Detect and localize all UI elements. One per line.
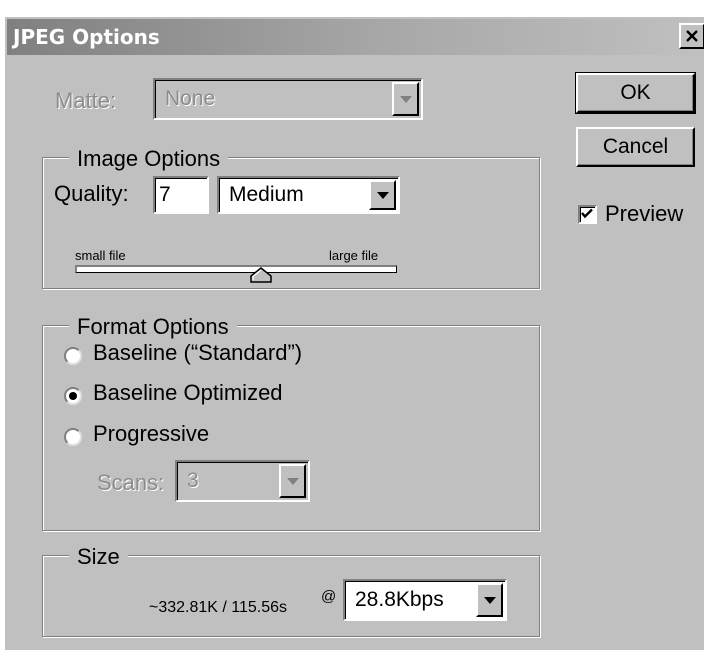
scans-dropdown-button[interactable]: [279, 464, 306, 498]
ok-button[interactable]: OK: [575, 72, 696, 114]
format-options-title: Format Options: [69, 316, 237, 338]
scans-label: Scans:: [97, 470, 165, 495]
slider-max-label: large file: [329, 248, 379, 263]
quality-slider-track[interactable]: [75, 265, 397, 273]
slider-thumb-icon[interactable]: [250, 267, 272, 283]
matte-dropdown-button[interactable]: [392, 82, 419, 116]
at-symbol: @: [321, 588, 337, 605]
format-radio[interactable]: [64, 387, 82, 405]
matte-select[interactable]: None: [153, 78, 423, 120]
matte-value: None: [165, 87, 216, 110]
scans-value: 3: [187, 469, 199, 492]
format-radio[interactable]: [64, 428, 82, 446]
chevron-down-icon: [376, 191, 389, 199]
preview-checkbox[interactable]: [578, 205, 597, 224]
cancel-button[interactable]: Cancel: [576, 127, 695, 167]
quality-preset-value: Medium: [229, 183, 304, 206]
cancel-button-label: Cancel: [602, 135, 669, 158]
connection-speed-value: 28.8Kbps: [355, 588, 444, 611]
quality-label: Quality:: [54, 181, 129, 206]
ok-button-label: OK: [620, 81, 651, 104]
close-icon: [686, 30, 698, 42]
connection-speed-select[interactable]: 28.8Kbps: [343, 579, 507, 621]
quality-input[interactable]: 7: [153, 176, 209, 214]
checkmark-icon: [581, 208, 593, 219]
format-option-label[interactable]: Progressive: [93, 423, 209, 445]
image-options-title: Image Options: [69, 148, 229, 170]
size-title: Size: [69, 546, 128, 568]
quality-preset-select[interactable]: Medium: [217, 176, 400, 214]
quality-dropdown-button[interactable]: [369, 180, 396, 210]
format-option-label[interactable]: Baseline Optimized: [93, 382, 283, 404]
size-estimate: ~332.81K / 115.56s: [149, 599, 288, 616]
matte-label: Matte:: [55, 88, 117, 113]
title-bar[interactable]: JPEG Options: [7, 19, 704, 55]
chevron-down-icon: [399, 95, 412, 103]
format-option-label[interactable]: Baseline (“Standard”): [93, 342, 302, 364]
slider-min-label: small file: [75, 248, 126, 263]
format-radio[interactable]: [64, 347, 82, 365]
scans-select[interactable]: 3: [175, 460, 310, 502]
radio-selected-dot: [69, 392, 77, 400]
chevron-down-icon: [286, 477, 299, 485]
dialog-title: JPEG Options: [13, 25, 160, 49]
jpeg-options-dialog: JPEG Options Matte: None OK Cancel Previ…: [3, 15, 704, 650]
close-button[interactable]: [679, 23, 704, 49]
speed-dropdown-button[interactable]: [476, 583, 503, 617]
preview-label: Preview: [605, 201, 684, 226]
chevron-down-icon: [483, 596, 496, 604]
